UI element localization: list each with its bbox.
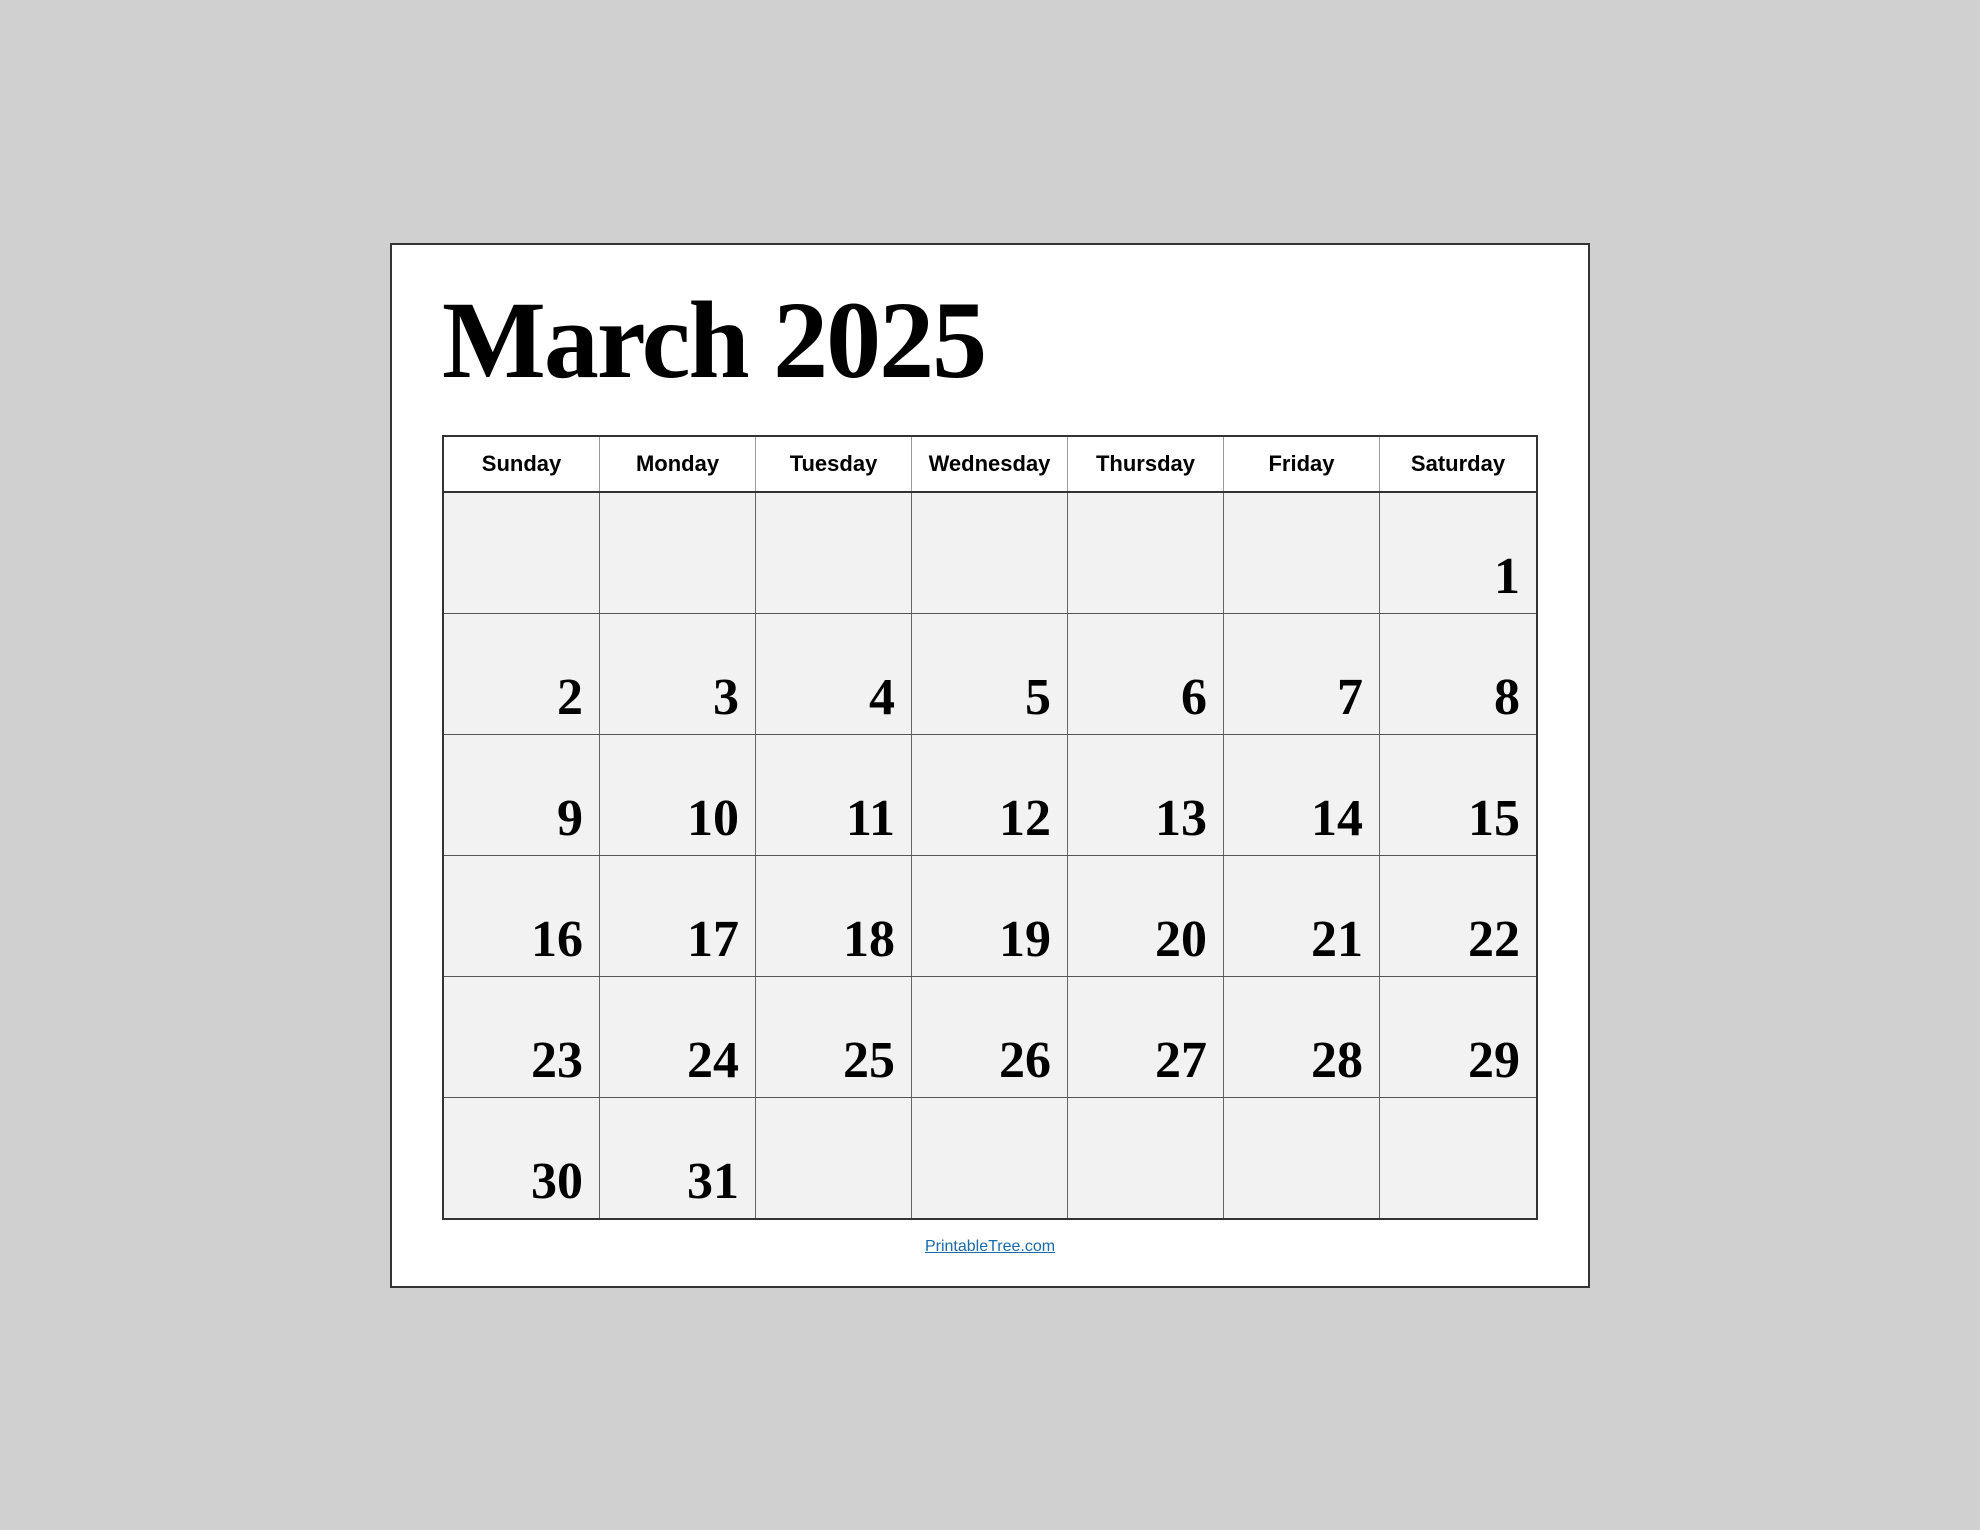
calendar-week-6: 30 31 bbox=[444, 1098, 1536, 1218]
calendar-day-27: 27 bbox=[1068, 977, 1224, 1097]
day-number: 17 bbox=[687, 914, 739, 966]
day-number: 10 bbox=[687, 793, 739, 845]
calendar-day-14: 14 bbox=[1224, 735, 1380, 855]
day-number: 28 bbox=[1311, 1035, 1363, 1087]
day-number: 23 bbox=[531, 1035, 583, 1087]
calendar-day-9: 9 bbox=[444, 735, 600, 855]
calendar-day-empty bbox=[444, 493, 600, 613]
calendar-week-1: 1 bbox=[444, 493, 1536, 614]
calendar-day-empty bbox=[756, 1098, 912, 1218]
day-header-wednesday: Wednesday bbox=[912, 437, 1068, 491]
calendar-day-25: 25 bbox=[756, 977, 912, 1097]
day-number: 29 bbox=[1468, 1035, 1520, 1087]
calendar-day-19: 19 bbox=[912, 856, 1068, 976]
calendar-day-31: 31 bbox=[600, 1098, 756, 1218]
calendar-week-5: 23 24 25 26 27 28 29 bbox=[444, 977, 1536, 1098]
calendar-weeks: 1234567891011121314151617181920212223242… bbox=[444, 493, 1536, 1218]
day-number: 1 bbox=[1494, 551, 1520, 603]
day-number: 12 bbox=[999, 793, 1051, 845]
calendar-day-empty bbox=[1224, 493, 1380, 613]
day-header-sunday: Sunday bbox=[444, 437, 600, 491]
calendar-page: March 2025 SundayMondayTuesdayWednesdayT… bbox=[390, 243, 1590, 1288]
day-number: 30 bbox=[531, 1156, 583, 1208]
page-title: March 2025 bbox=[442, 285, 1538, 395]
day-number: 11 bbox=[846, 793, 895, 845]
day-number: 20 bbox=[1155, 914, 1207, 966]
calendar-day-1: 1 bbox=[1380, 493, 1536, 613]
calendar-week-2: 2 3 4 5 6 7 8 bbox=[444, 614, 1536, 735]
calendar-day-17: 17 bbox=[600, 856, 756, 976]
calendar-day-10: 10 bbox=[600, 735, 756, 855]
day-number: 6 bbox=[1181, 672, 1207, 724]
calendar-week-3: 9 10 11 12 13 14 15 bbox=[444, 735, 1536, 856]
day-number: 16 bbox=[531, 914, 583, 966]
footer-link[interactable]: PrintableTree.com bbox=[442, 1238, 1538, 1256]
calendar-day-18: 18 bbox=[756, 856, 912, 976]
calendar-day-3: 3 bbox=[600, 614, 756, 734]
calendar-day-30: 30 bbox=[444, 1098, 600, 1218]
day-number: 8 bbox=[1494, 672, 1520, 724]
day-number: 5 bbox=[1025, 672, 1051, 724]
calendar-day-empty bbox=[1068, 1098, 1224, 1218]
calendar-week-4: 16 17 18 19 20 21 22 bbox=[444, 856, 1536, 977]
calendar-day-empty bbox=[756, 493, 912, 613]
calendar-day-21: 21 bbox=[1224, 856, 1380, 976]
calendar-day-24: 24 bbox=[600, 977, 756, 1097]
day-number: 2 bbox=[557, 672, 583, 724]
day-number: 19 bbox=[999, 914, 1051, 966]
calendar-day-7: 7 bbox=[1224, 614, 1380, 734]
day-number: 27 bbox=[1155, 1035, 1207, 1087]
day-header-friday: Friday bbox=[1224, 437, 1380, 491]
day-number: 4 bbox=[869, 672, 895, 724]
day-number: 22 bbox=[1468, 914, 1520, 966]
day-number: 24 bbox=[687, 1035, 739, 1087]
day-number: 9 bbox=[557, 793, 583, 845]
day-number: 7 bbox=[1337, 672, 1363, 724]
day-number: 18 bbox=[843, 914, 895, 966]
day-header-thursday: Thursday bbox=[1068, 437, 1224, 491]
day-number: 21 bbox=[1311, 914, 1363, 966]
calendar-day-empty bbox=[1380, 1098, 1536, 1218]
calendar-day-8: 8 bbox=[1380, 614, 1536, 734]
calendar-day-28: 28 bbox=[1224, 977, 1380, 1097]
calendar-day-16: 16 bbox=[444, 856, 600, 976]
calendar-day-2: 2 bbox=[444, 614, 600, 734]
calendar-day-empty bbox=[912, 493, 1068, 613]
day-number: 31 bbox=[687, 1156, 739, 1208]
day-number: 26 bbox=[999, 1035, 1051, 1087]
calendar-day-5: 5 bbox=[912, 614, 1068, 734]
calendar-day-11: 11 bbox=[756, 735, 912, 855]
calendar-day-26: 26 bbox=[912, 977, 1068, 1097]
calendar-day-23: 23 bbox=[444, 977, 600, 1097]
day-headers-row: SundayMondayTuesdayWednesdayThursdayFrid… bbox=[444, 437, 1536, 493]
day-number: 14 bbox=[1311, 793, 1363, 845]
calendar-day-13: 13 bbox=[1068, 735, 1224, 855]
day-number: 15 bbox=[1468, 793, 1520, 845]
calendar-day-4: 4 bbox=[756, 614, 912, 734]
calendar-day-20: 20 bbox=[1068, 856, 1224, 976]
calendar-day-6: 6 bbox=[1068, 614, 1224, 734]
calendar-day-15: 15 bbox=[1380, 735, 1536, 855]
day-number: 25 bbox=[843, 1035, 895, 1087]
day-header-tuesday: Tuesday bbox=[756, 437, 912, 491]
calendar-day-empty bbox=[912, 1098, 1068, 1218]
calendar-day-12: 12 bbox=[912, 735, 1068, 855]
calendar-day-empty bbox=[600, 493, 756, 613]
calendar-grid: SundayMondayTuesdayWednesdayThursdayFrid… bbox=[442, 435, 1538, 1220]
day-number: 13 bbox=[1155, 793, 1207, 845]
calendar-day-empty bbox=[1068, 493, 1224, 613]
day-header-saturday: Saturday bbox=[1380, 437, 1536, 491]
calendar-day-29: 29 bbox=[1380, 977, 1536, 1097]
calendar-day-empty bbox=[1224, 1098, 1380, 1218]
calendar-day-22: 22 bbox=[1380, 856, 1536, 976]
day-header-monday: Monday bbox=[600, 437, 756, 491]
day-number: 3 bbox=[713, 672, 739, 724]
